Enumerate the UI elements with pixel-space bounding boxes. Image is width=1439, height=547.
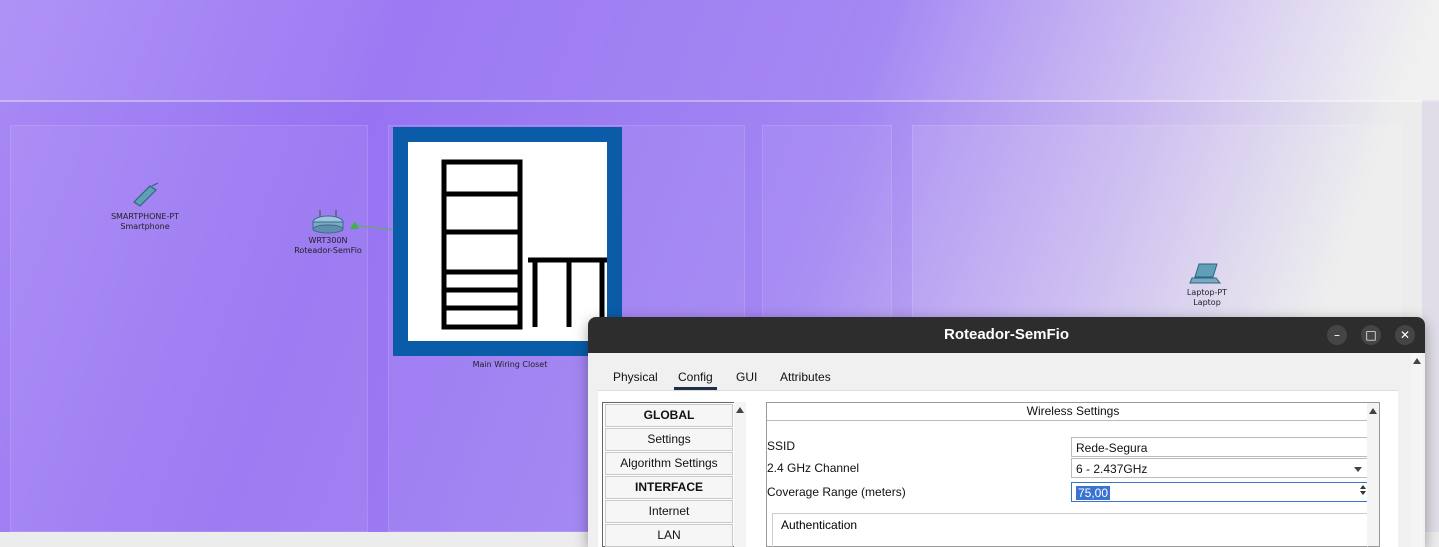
tab-config[interactable]: Config — [674, 364, 717, 390]
device-config-window: Roteador-SemFio – □ ✕ Physical Config GU… — [588, 317, 1425, 547]
window-scrollbar[interactable] — [1411, 353, 1423, 547]
top-band — [0, 0, 1439, 102]
maximize-button[interactable]: □ — [1361, 325, 1381, 345]
channel-value: 6 - 2.437GHz — [1076, 462, 1148, 476]
nav-item-internet[interactable]: Internet — [605, 500, 733, 523]
ssid-label: SSID — [767, 439, 796, 453]
laptop-icon — [1189, 263, 1222, 284]
minimize-icon: – — [1334, 328, 1340, 342]
tab-attributes[interactable]: Attributes — [780, 364, 831, 390]
device-model: Laptop-PT — [1186, 288, 1228, 297]
window-title: Roteador-SemFio — [943, 326, 1069, 343]
config-nav-list: GLOBAL Settings Algorithm Settings INTER… — [602, 402, 736, 547]
link-line — [350, 221, 396, 231]
close-icon: ✕ — [1399, 328, 1411, 342]
nav-list-scrollbar[interactable] — [734, 402, 746, 547]
scroll-up-icon[interactable] — [1369, 408, 1377, 414]
panel-title: Wireless Settings — [767, 403, 1379, 421]
wireless-router-icon — [312, 210, 344, 234]
nav-item-algorithm-settings[interactable]: Algorithm Settings — [605, 452, 733, 475]
scroll-up-icon[interactable] — [736, 407, 744, 413]
coverage-range-label: Coverage Range (meters) — [767, 485, 906, 499]
close-button[interactable]: ✕ — [1395, 325, 1415, 345]
coverage-range-value: 75,00 — [1076, 486, 1111, 500]
spin-up-icon — [1360, 485, 1366, 489]
smartphone-icon — [133, 182, 159, 207]
scroll-up-icon[interactable] — [1413, 358, 1421, 364]
nav-item-lan[interactable]: LAN — [605, 524, 733, 547]
window-titlebar[interactable]: Roteador-SemFio – □ ✕ — [588, 317, 1425, 353]
laptop-device[interactable]: Laptop-PT Laptop — [1172, 262, 1242, 308]
panel-scrollbar[interactable] — [1367, 403, 1379, 546]
device-name: Roteador-SemFio — [294, 246, 362, 255]
device-model: SMARTPHONE-PT — [110, 212, 180, 221]
authentication-label: Authentication — [781, 518, 858, 532]
tab-physical[interactable]: Physical — [613, 364, 658, 390]
smartphone-device[interactable]: SMARTPHONE-PT Smartphone — [100, 182, 190, 232]
wiring-closet-icon — [441, 159, 608, 330]
chevron-down-icon — [1354, 467, 1362, 472]
spin-down-icon — [1360, 491, 1366, 495]
closet-label: Main Wiring Closet — [472, 360, 548, 369]
authentication-group: Authentication — [772, 513, 1368, 547]
coverage-range-spinbox[interactable]: 75,00 — [1071, 482, 1371, 502]
tab-config-label: Config — [678, 370, 713, 384]
wireless-settings-panel: Wireless Settings SSID Rede-Segura 2.4 G… — [766, 402, 1380, 547]
device-name: Smartphone — [120, 222, 170, 231]
channel-label: 2.4 GHz Channel — [767, 461, 860, 475]
nav-header-global[interactable]: GLOBAL — [605, 404, 733, 427]
device-model: WRT300N — [308, 236, 348, 245]
nav-header-interface[interactable]: INTERFACE — [605, 476, 733, 499]
nav-item-settings[interactable]: Settings — [605, 428, 733, 451]
tab-gui[interactable]: GUI — [736, 364, 757, 390]
device-name: Laptop — [1193, 298, 1221, 307]
maximize-icon: □ — [1365, 328, 1377, 342]
ssid-input[interactable]: Rede-Segura — [1071, 437, 1371, 457]
channel-select[interactable]: 6 - 2.437GHz — [1071, 458, 1371, 478]
minimize-button[interactable]: – — [1327, 325, 1347, 345]
